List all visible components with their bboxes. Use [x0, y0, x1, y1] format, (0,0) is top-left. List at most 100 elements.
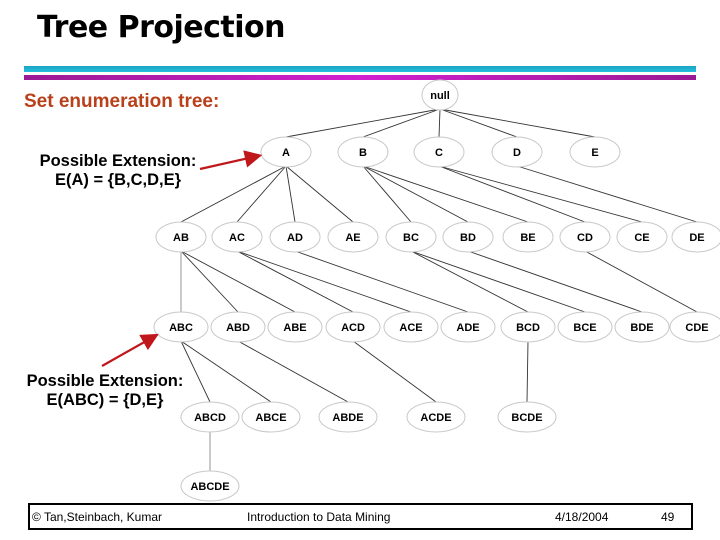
node-label: ABCDE: [190, 481, 229, 493]
tree-node-CE: CE: [616, 221, 668, 253]
tree-edge-null-A: [285, 108, 441, 138]
tree-node-ACD: ACD: [325, 311, 381, 343]
tree-node-ACDE: ACDE: [406, 401, 466, 433]
arrow-to-abc: [101, 333, 159, 367]
tree-node-B: B: [337, 136, 389, 168]
node-label: BCDE: [511, 412, 542, 424]
tree-node-AB: AB: [155, 221, 207, 253]
tree-edge-AD-ADE: [294, 250, 469, 313]
tree-edge-null-D: [439, 108, 518, 138]
tree-edge-ABD-ABDE: [237, 340, 349, 403]
tree-edge-null-B: [362, 108, 441, 138]
tree-edge-A-AD: [285, 165, 296, 223]
tree-node-A: A: [260, 136, 312, 168]
tree-node-C: C: [413, 136, 465, 168]
node-label: ABD: [226, 322, 250, 334]
node-label: ABDE: [332, 412, 363, 424]
tree-node-DE: DE: [671, 221, 720, 253]
node-label: AE: [345, 232, 360, 244]
tree-node-ABD: ABD: [210, 311, 266, 343]
tree-node-null: null: [421, 79, 459, 111]
node-label: CE: [634, 232, 649, 244]
node-label: ADE: [456, 322, 479, 334]
tree-node-ABCDE: ABCDE: [180, 470, 240, 502]
node-label: BCE: [573, 322, 596, 334]
slide-footer: © Tan,Steinbach, Kumar Introduction to D…: [28, 503, 693, 530]
tree-edge-null-E: [439, 108, 596, 138]
tree-node-BC: BC: [385, 221, 437, 253]
footer-copyright: © Tan,Steinbach, Kumar: [32, 510, 163, 524]
tree-node-BD: BD: [442, 221, 494, 253]
tree-node-CDE: CDE: [669, 311, 720, 343]
node-label: AB: [173, 232, 189, 244]
node-label: DE: [689, 232, 704, 244]
set-enumeration-tree: nullA B C D EAB AC AD AE BC BD BE CD CE DEABC ABD ABE AC…: [101, 79, 720, 502]
node-label: CDE: [685, 322, 708, 334]
tree-node-CD: CD: [559, 221, 611, 253]
node-label: BC: [403, 232, 419, 244]
node-label: ACE: [399, 322, 422, 334]
tree-node-BE: BE: [502, 221, 554, 253]
footer-course: Introduction to Data Mining: [247, 510, 391, 524]
tree-edge-ABC-ABCD: [180, 340, 211, 403]
node-label: ACDE: [420, 412, 451, 424]
tree-edge-null-C: [438, 108, 441, 138]
tree-edge-A-AB: [180, 165, 287, 223]
tree-node-ACE: ACE: [383, 311, 439, 343]
tree-edge-CD-CDE: [584, 250, 698, 313]
node-label: C: [435, 147, 443, 159]
tree-edge-B-BD: [362, 165, 469, 223]
node-label: ABCE: [255, 412, 286, 424]
tree-edge-AB-ABE: [180, 250, 296, 313]
node-label: BDE: [630, 322, 653, 334]
tree-node-ABDE: ABDE: [318, 401, 378, 433]
tree-node-ADE: ADE: [440, 311, 496, 343]
tree-edge-C-CE: [438, 165, 643, 223]
node-label: ABCD: [194, 412, 226, 424]
node-label: ABE: [283, 322, 306, 334]
arrow-to-a: [199, 150, 263, 171]
tree-edge-AC-ACE: [236, 250, 412, 313]
tree-node-BCDE: BCDE: [497, 401, 557, 433]
tree-node-ABC: ABC: [153, 311, 209, 343]
tree-node-BCD: BCD: [500, 311, 556, 343]
node-label: B: [359, 147, 367, 159]
footer-date: 4/18/2004: [555, 510, 609, 524]
node-label: D: [513, 147, 521, 159]
tree-edge-AB-ABD: [180, 250, 239, 313]
tree-edge-BC-BCE: [410, 250, 586, 313]
tree-edge-BCD-BCDE: [526, 340, 529, 403]
node-label: BD: [460, 232, 476, 244]
tree-edge-AC-ACD: [236, 250, 354, 313]
tree-edge-ACD-ACDE: [352, 340, 437, 403]
tree-node-BDE: BDE: [614, 311, 670, 343]
node-label: E: [591, 147, 598, 159]
node-label: ACD: [341, 322, 365, 334]
tree-node-AC: AC: [211, 221, 263, 253]
tree-node-ABCE: ABCE: [241, 401, 301, 433]
node-label: AD: [287, 232, 303, 244]
tree-edge-A-AE: [285, 165, 354, 223]
node-label: BE: [520, 232, 535, 244]
node-label: AC: [229, 232, 245, 244]
node-label: BCD: [516, 322, 540, 334]
tree-node-E: E: [569, 136, 621, 168]
tree-edge-BC-BCD: [410, 250, 529, 313]
node-label: null: [430, 90, 450, 102]
tree-edge-B-BE: [362, 165, 529, 223]
tree-node-AE: AE: [327, 221, 379, 253]
node-label: ABC: [169, 322, 193, 334]
tree-edge-A-AC: [236, 165, 287, 223]
tree-node-ABE: ABE: [267, 311, 323, 343]
tree-node-ABCD: ABCD: [180, 401, 240, 433]
tree-node-BCE: BCE: [557, 311, 613, 343]
footer-page-number: 49: [661, 510, 675, 524]
node-label: A: [282, 147, 290, 159]
tree-edge-C-CD: [438, 165, 586, 223]
tree-node-D: D: [491, 136, 543, 168]
node-label: CD: [577, 232, 593, 244]
tree-edge-D-DE: [516, 165, 698, 223]
tree-edge-BD-BDE: [467, 250, 643, 313]
tree-edge-ABC-ABCE: [180, 340, 272, 403]
tree-node-AD: AD: [269, 221, 321, 253]
